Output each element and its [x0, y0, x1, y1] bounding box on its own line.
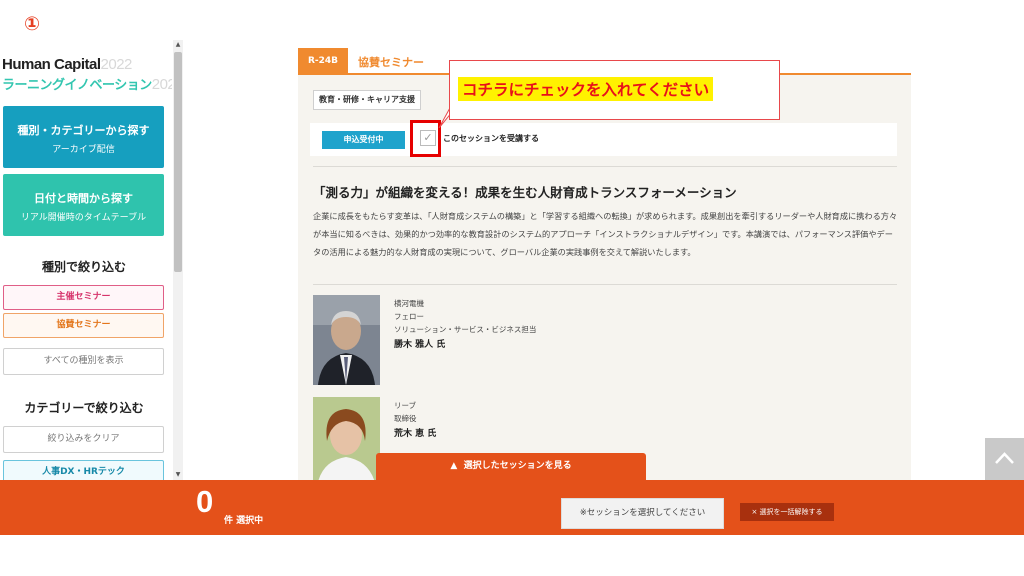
- speaker-1-portrait: [313, 295, 380, 385]
- logo-subtitle-text: ラーニングイノベーション: [2, 77, 152, 92]
- session-code-badge: R-24B: [298, 48, 348, 75]
- view-selected-label: 選択したセッションを見る: [463, 461, 572, 471]
- scroll-down-icon[interactable]: ▼: [173, 470, 183, 480]
- type-filter-heading: 種別で絞り込む: [41, 260, 126, 274]
- nav-archive-sublabel: アーカイブ配信: [52, 145, 115, 155]
- scroll-thumb[interactable]: [174, 52, 182, 272]
- category-filter-heading: カテゴリーで絞り込む: [24, 401, 144, 415]
- clear-all-selection-button[interactable]: × 選択を一括解除する: [740, 503, 834, 521]
- nav-timetable-button[interactable]: 日付と時間から探す リアル開催時のタイムテーブル: [3, 174, 164, 236]
- divider: [313, 284, 897, 285]
- selected-count: 0: [196, 484, 214, 519]
- filter-clear-button[interactable]: 絞り込みをクリア: [3, 426, 164, 453]
- selection-bar: 0 件 選択中 ※セッションを選択してください × 選択を一括解除する: [0, 480, 1024, 535]
- filter-host-seminar[interactable]: 主催セミナー: [3, 285, 164, 310]
- logo-line-1: Human Capital2022: [2, 56, 170, 73]
- callout-text: コチラにチェックを入れてください: [458, 77, 714, 101]
- speaker-info: 横河電機 フェロー ソリューション・サービス・ビジネス担当 勝木 雅人 氏: [394, 297, 536, 352]
- instruction-callout: コチラにチェックを入れてください: [449, 60, 780, 120]
- speaker-role: フェロー: [394, 312, 424, 321]
- filter-category-hrdx[interactable]: 人事DX・HRテック: [3, 460, 164, 480]
- speaker-name: 荒木 恵 氏: [394, 429, 437, 439]
- nav-archive-label: 種別・カテゴリーから探す: [17, 124, 150, 137]
- logo-year: 2022: [100, 56, 133, 73]
- scroll-up-icon[interactable]: ▲: [173, 40, 183, 50]
- speaker-photo: [313, 397, 380, 480]
- session-description: 企業に成長をもたらす変革は、「人財育成システムの構築」と「学習する組織への転換」…: [313, 211, 898, 257]
- speaker-info: リーブ 取締役 荒木 恵 氏: [394, 399, 436, 441]
- filter-sponsor-seminar[interactable]: 協賛セミナー: [3, 313, 164, 338]
- category-tag: 教育・研修・キャリア支援: [313, 90, 421, 110]
- speaker-role: 取締役: [394, 414, 417, 423]
- attend-session-checkbox[interactable]: ✓: [420, 130, 436, 146]
- session-title: 「測る力」が組織を変える！成果を生む人財育成トランスフォーメーション: [313, 185, 737, 200]
- divider: [313, 166, 897, 167]
- attend-session-label[interactable]: このセッションを受講する: [443, 133, 539, 144]
- selected-count-label: 件 選択中: [224, 516, 264, 526]
- triangle-up-icon: ▲: [450, 461, 458, 471]
- speaker-role: ソリューション・サービス・ビジネス担当: [394, 325, 537, 334]
- step-number-marker: ①: [24, 13, 41, 35]
- speaker-2-portrait: [313, 397, 380, 480]
- signup-row: 申込受付中 ✓ このセッションを受講する: [310, 120, 897, 157]
- session-type-label: 協賛セミナー: [358, 56, 424, 69]
- nav-archive-button[interactable]: 種別・カテゴリーから探す アーカイブ配信: [3, 106, 164, 168]
- speaker-company: リーブ: [394, 401, 417, 410]
- choose-session-button[interactable]: ※セッションを選択してください: [561, 498, 724, 529]
- status-badge: 申込受付中: [322, 131, 405, 149]
- page: ① Human Capital2022 ラーニングイノベーション2022 種別・…: [0, 0, 1024, 576]
- speaker-photo: [313, 295, 380, 385]
- logo-title-text: Human Capital: [2, 56, 101, 73]
- chevron-up-icon: [995, 452, 1014, 464]
- logo-line-2: ラーニングイノベーション2022: [2, 74, 172, 93]
- logo-subtitle-year: 2022: [151, 76, 172, 93]
- sidebar-scrollbar[interactable]: ▲ ▼: [173, 40, 183, 480]
- nav-timetable-sublabel: リアル開催時のタイムテーブル: [20, 213, 147, 223]
- nav-timetable-label: 日付と時間から探す: [34, 192, 133, 205]
- sidebar: Human Capital2022 ラーニングイノベーション2022 種別・カテ…: [0, 40, 172, 480]
- filter-show-all-types[interactable]: すべての種別を表示: [3, 348, 164, 375]
- speaker-company: 横河電機: [394, 299, 424, 308]
- speaker-name: 勝木 雅人 氏: [394, 340, 446, 350]
- checkmark-icon: ✓: [423, 131, 433, 144]
- back-to-top-button[interactable]: [985, 438, 1024, 480]
- site-logo[interactable]: Human Capital2022 ラーニングイノベーション2022: [2, 56, 172, 93]
- view-selected-sessions-button[interactable]: ▲ 選択したセッションを見る: [376, 453, 646, 480]
